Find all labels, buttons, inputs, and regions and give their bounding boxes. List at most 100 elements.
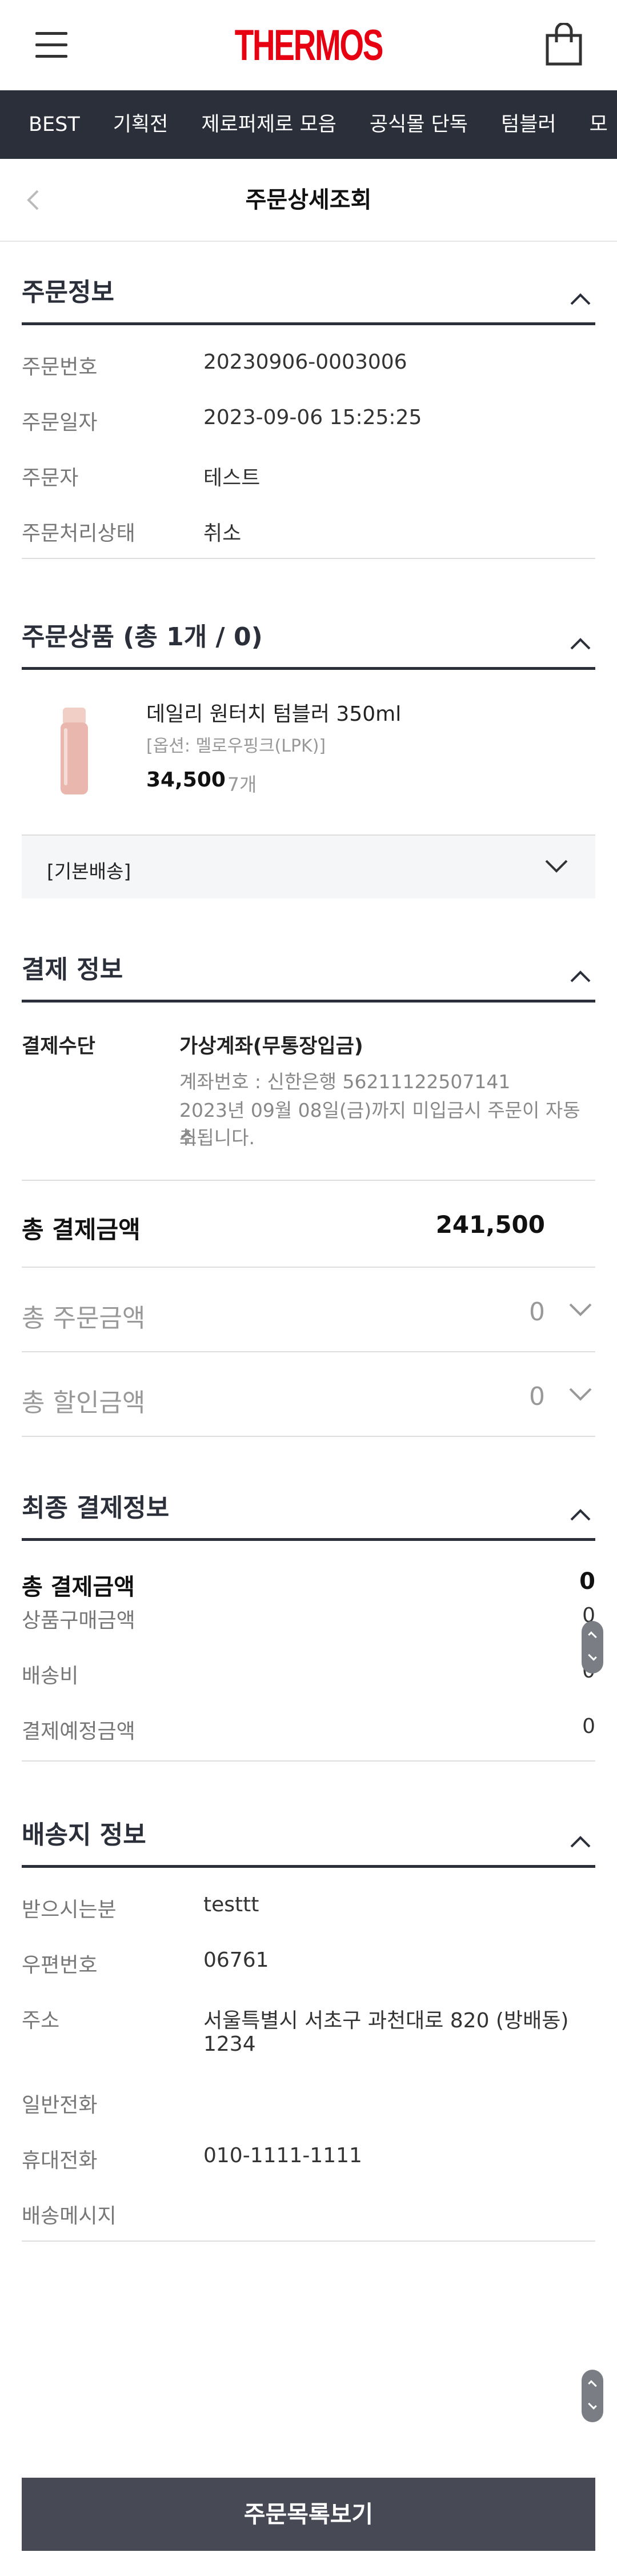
product-option: [옵션: 멜로우핑크(LPK)] (146, 736, 326, 756)
order-date-row: 주문일자 2023-09-06 15:25:25 (22, 406, 595, 461)
orderer-row: 주문자 테스트 (22, 461, 595, 517)
value: 테스트 (203, 466, 261, 490)
shipping-group-toggle[interactable]: [기본배송] (22, 836, 595, 898)
chevron-up-icon[interactable] (569, 1833, 592, 1850)
section-title: 주문정보 (22, 278, 114, 307)
value: 06761 (203, 1948, 269, 1972)
label: 주문처리상태 (22, 522, 135, 545)
value: 20230906-0003006 (203, 350, 407, 374)
label: 주문자 (22, 466, 79, 490)
order-status-row: 주문처리상태 취소 (22, 517, 595, 558)
address-line2: 1234 (203, 2032, 256, 2056)
label: 주문번호 (22, 356, 98, 379)
total-payment-value: 241,500 (435, 1211, 545, 1239)
product-price: 34,500 (146, 768, 226, 792)
order-info-header[interactable]: 주문정보 (22, 270, 595, 325)
label: 받으시는분 (22, 1898, 117, 1922)
order-info-section: 주문정보 주문번호 20230906-0003006 주문일자 2023-09-06… (22, 270, 595, 559)
order-total-value: 0 (529, 1297, 545, 1327)
nav-item-zero-per-zero[interactable]: 제로퍼제로 모음 (201, 90, 336, 159)
final-detail-row: 상품구매금액 0 (22, 1604, 595, 1659)
payment-method-label: 결제수단 (22, 1035, 95, 1058)
value: 취소 (203, 522, 242, 545)
payment-section: 결제 정보 결제수단 가상계좌(무통장입금) 계좌번호 : 신한은행 56211… (22, 948, 595, 1437)
payment-notice-line2: 소됩니다. (179, 1127, 255, 1149)
nav-item-exclusive[interactable]: 공식몰 단독 (370, 90, 468, 159)
scroll-indicator[interactable] (582, 2370, 603, 2422)
label: 배송비 (22, 1664, 79, 1688)
discount-total-label: 총 할인금액 (22, 1388, 146, 1417)
final-payment-header[interactable]: 최종 결제정보 (22, 1486, 595, 1541)
zip-row: 우편번호 06761 (22, 1948, 595, 2004)
nav-item-events[interactable]: 기획전 (113, 90, 169, 159)
hamburger-icon[interactable] (35, 32, 67, 58)
chevron-up-icon[interactable] (569, 1506, 592, 1523)
order-total-row[interactable]: 총 주문금액 0 (22, 1268, 595, 1352)
final-detail-row: 결제예정금액 0 (22, 1715, 595, 1760)
total-payment-row: 총 결제금액 241,500 (22, 1181, 595, 1268)
address-row: 주소 서울특별시 서초구 과천대로 820 (방배동) 1234 (22, 2004, 595, 2088)
payment-method-block: 결제수단 가상계좌(무통장입금) 계좌번호 : 신한은행 56211122507… (22, 1003, 595, 1180)
delivery-section: 배송지 정보 받으시는분 testtt 우편번호 06761 주소 서울특별시 서초… (22, 1813, 595, 2242)
section-title: 결제 정보 (22, 955, 123, 984)
label: 휴대전화 (22, 2149, 98, 2172)
label: 상품구매금액 (22, 1609, 135, 1632)
value: 2023-09-06 15:25:25 (203, 406, 422, 429)
message-row: 배송메시지 (22, 2199, 595, 2240)
site-header: THERMOS (0, 0, 617, 90)
product-quantity: 7개 (227, 773, 257, 796)
section-title: 배송지 정보 (22, 1820, 146, 1850)
chevron-down-icon[interactable] (568, 1385, 593, 1403)
shopping-bag-icon[interactable] (545, 23, 583, 66)
label: 주문일자 (22, 411, 98, 434)
final-total-value: 0 (579, 1568, 595, 1595)
delivery-header[interactable]: 배송지 정보 (22, 1813, 595, 1868)
label: 결제예정금액 (22, 1720, 135, 1743)
chevron-up-icon[interactable] (569, 968, 592, 985)
shipping-group-label: [기본배송] (47, 860, 131, 882)
back-arrow-icon[interactable] (23, 187, 46, 213)
label: 일반전화 (22, 2094, 98, 2117)
value: 0 (582, 1715, 595, 1738)
label: 우편번호 (22, 1954, 98, 1977)
nav-item-best[interactable]: BEST (29, 90, 80, 159)
product-name[interactable]: 데일리 원터치 텀블러 350ml (146, 697, 401, 727)
nav-item-more[interactable]: 모 (590, 90, 608, 159)
chevron-down-icon[interactable] (568, 1301, 593, 1318)
order-number-row: 주문번호 20230906-0003006 (22, 350, 595, 406)
payment-method-value: 가상계좌(무통장입금) (179, 1035, 363, 1058)
product-item[interactable]: 데일리 원터치 텀블러 350ml [옵션: 멜로우핑크(LPK)] 34,50… (22, 670, 595, 834)
value: 010-1111-1111 (203, 2144, 362, 2167)
order-products-section: 주문상품 (총 1개 / 0) 데일리 원터치 텀블러 350ml [옵션: 멜… (22, 615, 595, 898)
address-line1: 서울특별시 서초구 과천대로 820 (방배동) (203, 2009, 569, 2032)
final-detail-row: 배송비0 (22, 1659, 595, 1715)
total-payment-label: 총 결제금액 (22, 1216, 141, 1244)
final-payment-section: 최종 결제정보 총 결제금액 0 상품구매금액0 배송비0 결제예정금액0 (22, 1486, 595, 1762)
products-header[interactable]: 주문상품 (총 1개 / 0) (22, 615, 595, 670)
label: 배송메시지 (22, 2204, 117, 2228)
nav-item-tumbler[interactable]: 텀블러 (501, 90, 556, 159)
final-total-row: 총 결제금액 0 (22, 1541, 595, 1600)
payment-header[interactable]: 결제 정보 (22, 948, 595, 1003)
final-total-label: 총 결제금액 (22, 1574, 135, 1600)
product-thumbnail[interactable] (57, 705, 91, 797)
discount-total-value: 0 (529, 1382, 545, 1411)
section-title: 주문상품 (총 1개 / 0) (22, 622, 263, 652)
page-title: 주문상세조회 (245, 187, 372, 213)
category-nav: BEST 기획전 제로퍼제로 모음 공식몰 단독 텀블러 모 (0, 90, 617, 159)
discount-total-row[interactable]: 총 할인금액 0 (22, 1352, 595, 1437)
phone-row: 일반전화 (22, 2088, 595, 2144)
chevron-up-icon[interactable] (569, 635, 592, 652)
value: testtt (203, 1893, 259, 1916)
chevron-down-icon[interactable] (544, 857, 569, 874)
order-list-button[interactable]: 주문목록보기 (22, 2478, 595, 2551)
label: 주소 (22, 2009, 60, 2032)
order-total-label: 총 주문금액 (22, 1304, 146, 1333)
section-title: 최종 결제정보 (22, 1493, 170, 1523)
scroll-indicator[interactable] (582, 1621, 603, 1674)
thermos-logo[interactable]: THERMOS (86, 22, 531, 70)
chevron-up-icon[interactable] (569, 290, 592, 307)
page-titlebar: 주문상세조회 (0, 159, 617, 242)
account-number: 계좌번호 : 신한은행 56211122507141 (179, 1071, 511, 1093)
recipient-row: 받으시는분 testtt (22, 1893, 595, 1948)
